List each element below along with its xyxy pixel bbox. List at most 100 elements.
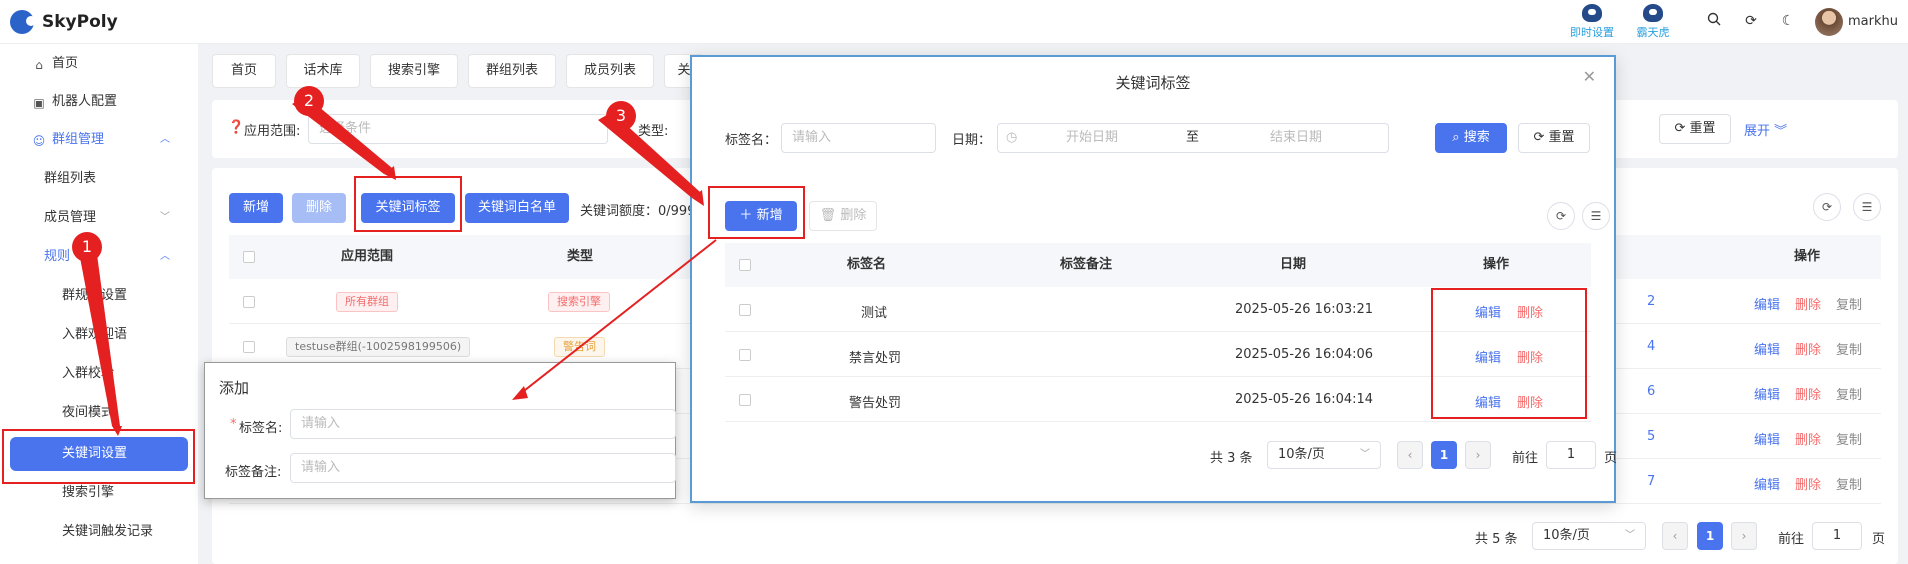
page-number[interactable]: 1 [1431,441,1457,469]
tag-name-cell: 测试 [861,306,888,321]
search-icon[interactable] [1705,12,1723,30]
chevron-up-icon: ︿ [160,134,170,145]
sidebar-item-member-management[interactable]: 成员管理 ﹀ [0,200,198,236]
pagination-total: 共 5 条 [1475,532,1518,547]
annotation-box-keyword-settings [2,429,195,484]
keyword-whitelist-button[interactable]: 关键词白名单 [465,193,569,223]
row-checkbox[interactable] [739,349,751,361]
row-checkbox[interactable] [243,296,255,308]
delete-button[interactable]: 删除 [292,193,346,223]
clock-icon: ◷ [1006,130,1018,145]
edit-link[interactable]: 编辑 [1754,339,1780,358]
scope-tag: testuse群组(-1002598199506) [286,337,471,357]
row-count: 2 [1647,294,1656,309]
delete-link[interactable]: 删除 [1795,429,1821,448]
skypoly-logo-icon [10,10,36,34]
tab-member-list[interactable]: 成员列表 [566,54,654,88]
robot-icon: ▣ [33,96,45,110]
annotation-box-modal-add [708,186,805,239]
keyword-tag-modal: 关键词标签 ✕ 标签名： 请输入 日期： ◷ 开始日期 至 结束日期 ⌕ 搜索 … [690,55,1617,503]
tab-search-engine[interactable]: 搜索引擎 [370,54,458,88]
modal-page-size-select[interactable]: 10条/页 ﹀ [1267,441,1381,469]
delete-link[interactable]: 删除 [1795,474,1821,493]
chevron-down-icon: ﹀ [160,212,170,223]
expand-link[interactable]: 展开 ︾ [1744,120,1787,139]
modal-title: 关键词标签 [1115,74,1191,92]
refresh-icon: ⟳ [1674,121,1690,136]
refresh-icon: ⟳ [1533,130,1549,145]
edit-link[interactable]: 编辑 [1754,384,1780,403]
tab-home[interactable]: 首页 [212,54,276,88]
sidebar-item-night-mode[interactable]: 夜间模式 [0,395,198,431]
header-scope: 应用范围 [341,249,394,264]
refresh-icon[interactable]: ⟳ [1547,202,1575,230]
trash-icon: 🗑 [819,208,841,223]
sidebar-item-bot-config[interactable]: ▣ 机器人配置 [0,84,198,120]
annotation-badge-3: 3 [606,101,636,131]
prev-page-button[interactable]: ‹ [1397,441,1423,469]
sidebar-item-group-list[interactable]: 群组列表 [0,161,198,197]
copy-link[interactable]: 复制 [1836,474,1862,493]
select-all-checkbox[interactable] [739,259,751,271]
copy-link[interactable]: 复制 [1836,384,1862,403]
row-checkbox[interactable] [739,394,751,406]
row-count: 5 [1647,429,1656,444]
row-checkbox[interactable] [739,304,751,316]
tab-group-list[interactable]: 群组列表 [468,54,556,88]
instant-settings-button[interactable]: 即时设置 [1562,4,1622,40]
modal-delete-button[interactable]: 🗑 删除 [809,201,877,231]
next-page-button[interactable]: › [1465,441,1491,469]
tag-name-input[interactable]: 请输入 [290,409,676,439]
filter-reset-button[interactable]: ⟳ 重置 [1659,114,1731,144]
chevron-down-icon: ︾ [1774,124,1788,139]
edit-link[interactable]: 编辑 [1754,429,1780,448]
delete-link[interactable]: 删除 [1795,384,1821,403]
delete-link[interactable]: 删除 [1795,294,1821,313]
refresh-icon[interactable]: ⟳ [1742,12,1760,30]
row-checkbox[interactable] [243,341,255,353]
page-size-select[interactable]: 10条/页 ﹀ [1532,522,1646,550]
add-button[interactable]: 新增 [229,193,283,223]
page-number[interactable]: 1 [1697,522,1723,550]
column-settings-icon[interactable]: ☰ [1582,202,1610,230]
search-icon: ⌕ [1452,130,1464,145]
edit-link[interactable]: 编辑 [1754,474,1780,493]
refresh-icon[interactable]: ⟳ [1813,193,1841,221]
sidebar-item-group-rules[interactable]: 群规则设置 [0,278,198,314]
copy-link[interactable]: 复制 [1836,429,1862,448]
close-icon[interactable]: ✕ [1583,67,1596,86]
type-tag: 警告词 [554,337,605,357]
bot-account-button[interactable]: 霸天虎 [1623,4,1683,40]
tab-script-library[interactable]: 话术库 [286,54,360,88]
date-range-picker[interactable]: ◷ 开始日期 至 结束日期 [997,123,1389,153]
dark-mode-moon-icon[interactable]: ☾ [1779,12,1797,30]
username[interactable]: markhu [1848,14,1898,29]
prev-page-button[interactable]: ‹ [1662,522,1688,550]
column-settings-icon[interactable]: ☰ [1853,193,1881,221]
modal-search-button[interactable]: ⌕ 搜索 [1435,123,1507,153]
next-page-button[interactable]: › [1731,522,1757,550]
keyword-quota: 关键词额度：0/999 [580,204,696,219]
sidebar-item-join-verify[interactable]: 入群校验 [0,356,198,392]
goto-page-input[interactable]: 1 [1546,441,1596,469]
delete-link[interactable]: 删除 [1795,339,1821,358]
sidebar-item-keyword-trigger-log[interactable]: 关键词触发记录 [0,514,198,550]
logo[interactable]: SkyPoly [10,10,118,34]
tag-name-input[interactable]: 请输入 [781,123,936,153]
select-all-checkbox[interactable] [243,251,255,263]
top-header: SkyPoly 即时设置 霸天虎 ⟳ ☾ markhu [0,0,1908,44]
modal-reset-button[interactable]: ⟳ 重置 [1518,123,1590,153]
goto-page-input[interactable]: 1 [1812,522,1862,550]
chevron-down-icon: ﹀ [1360,449,1370,460]
tag-note-input[interactable]: 请输入 [290,453,676,483]
edit-link[interactable]: 编辑 [1754,294,1780,313]
type-tag: 搜索引擎 [548,292,610,312]
sidebar-item-group-management[interactable]: ☺ 群组管理 ︿ [0,122,198,158]
sidebar: ⌂ 首页 ▣ 机器人配置 ☺ 群组管理 ︿ 群组列表 成员管理 ﹀ 规则 ︿ 群规则设… [0,44,198,564]
copy-link[interactable]: 复制 [1836,294,1862,313]
sidebar-item-welcome[interactable]: 入群欢迎语 [0,317,198,353]
avatar[interactable] [1815,8,1843,36]
scope-select[interactable]: 选择条件 [308,114,608,144]
sidebar-item-home[interactable]: ⌂ 首页 [0,46,198,82]
copy-link[interactable]: 复制 [1836,339,1862,358]
